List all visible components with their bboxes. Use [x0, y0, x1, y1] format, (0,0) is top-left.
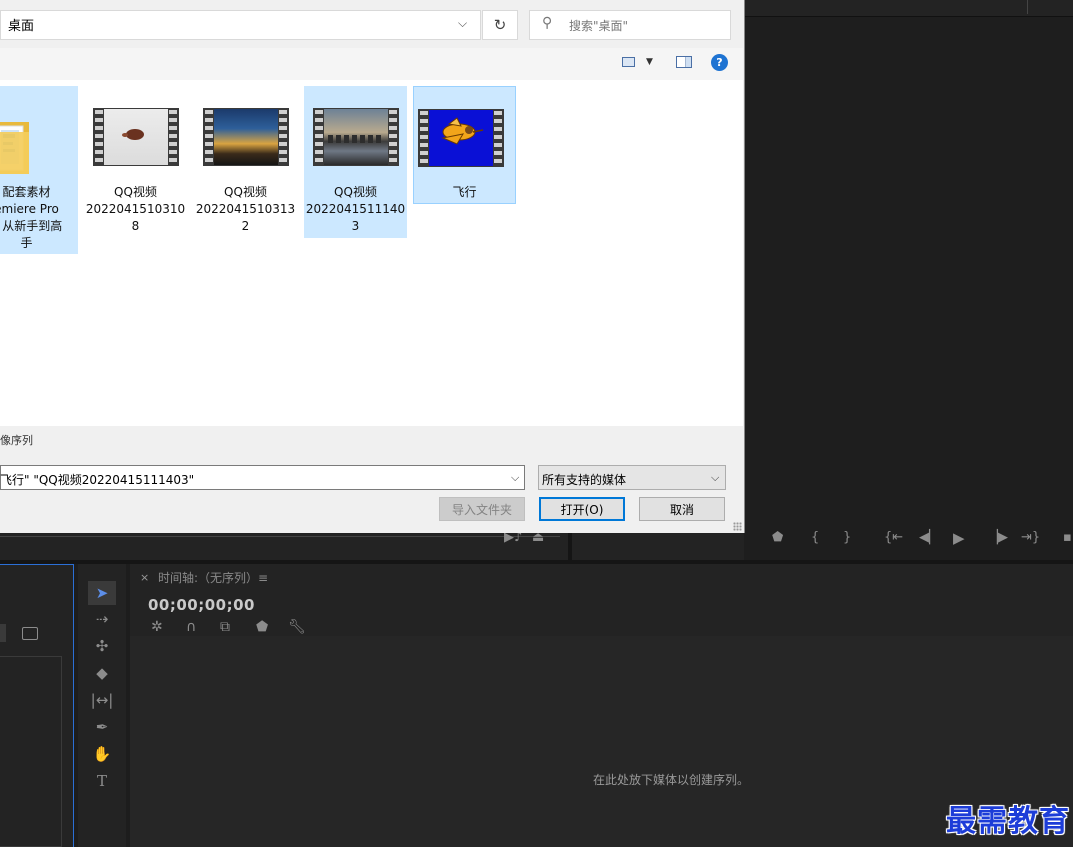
snap-magnet-icon[interactable]: ∩ [186, 619, 196, 635]
ripple-edit-tool-icon[interactable]: ✣ [88, 634, 116, 658]
program-monitor-header [744, 0, 1073, 17]
file-name: QQ视频 2022041510310 8 [85, 185, 186, 233]
source-monitor-controls [0, 533, 744, 560]
slip-tool-icon[interactable]: |↔| [88, 688, 116, 712]
add-marker-icon[interactable]: ⬟ [772, 530, 783, 545]
search-icon: ⚲ [542, 15, 553, 31]
status-bar [0, 426, 743, 460]
resize-grip-icon[interactable] [733, 522, 742, 531]
pen-tool-icon[interactable]: ✒ [88, 715, 116, 739]
chevron-down-icon[interactable]: ⌵ [458, 16, 467, 31]
folder-icon [0, 122, 29, 174]
go-to-out-icon[interactable]: ⇥} [1021, 530, 1040, 545]
video-thumbnail [418, 109, 504, 167]
razor-tool-icon[interactable]: ◆ [88, 661, 116, 685]
file-item-video[interactable]: 飞行 [413, 86, 516, 204]
help-icon[interactable]: ? [711, 54, 728, 71]
nest-icon[interactable]: ✲ [151, 619, 163, 635]
change-view-icon[interactable] [622, 57, 635, 67]
selection-tool-icon[interactable]: ➤ [88, 581, 116, 605]
mark-out-icon[interactable]: } [843, 530, 851, 545]
timeline-empty-hint: 在此处放下媒体以创建序列。 [593, 773, 750, 787]
file-item-video[interactable]: QQ视频 2022041510313 2 [194, 86, 297, 238]
search-input[interactable] [529, 10, 731, 40]
step-back-icon[interactable]: ◀▏ [919, 530, 939, 545]
address-bar[interactable] [0, 10, 481, 40]
file-item-folder[interactable]: 配套素材 emiere Pro 0 从新手到高 手 [0, 86, 78, 254]
search-placeholder: 搜索"桌面" [569, 19, 629, 33]
video-thumbnail [313, 108, 399, 166]
step-forward-icon[interactable]: ▕▶ [988, 530, 1008, 545]
project-panel-tab[interactable] [0, 624, 6, 642]
address-text: 桌面 [8, 19, 35, 34]
insert-icon[interactable]: ▪ [1063, 530, 1072, 545]
type-tool-icon[interactable]: T [88, 769, 116, 793]
hand-tool-icon[interactable]: ✋ [88, 742, 116, 766]
filetype-value: 所有支持的媒体 [542, 473, 627, 487]
image-sequence-label: 像序列 [0, 434, 33, 447]
close-icon[interactable]: × [140, 571, 149, 584]
file-item-video[interactable]: QQ视频 2022041510310 8 [84, 86, 187, 238]
watermark-logo: 最需教育 [946, 804, 1070, 839]
open-button[interactable]: 打开(O) [539, 497, 625, 521]
play-icon[interactable]: ▶ [953, 529, 965, 547]
video-thumbnail [93, 108, 179, 166]
file-item-video[interactable]: QQ视频 2022041511140 3 [304, 86, 407, 238]
file-name: 配套素材 emiere Pro 0 从新手到高 手 [0, 185, 63, 250]
file-name: 飞行 [452, 185, 477, 199]
preview-pane-icon[interactable] [676, 56, 692, 68]
timeline-track-area[interactable] [130, 636, 1073, 847]
track-select-tool-icon[interactable]: ⇢ [88, 607, 116, 631]
source-scrub-line [0, 536, 560, 537]
file-name: QQ视频 2022041511140 3 [305, 185, 406, 233]
airplane-icon [441, 117, 484, 145]
add-marker-icon[interactable]: ⬟ [256, 619, 268, 635]
wrench-icon[interactable]: 🔧︎ [288, 619, 306, 635]
project-bin-area[interactable] [0, 656, 62, 847]
monitor-divider [568, 533, 572, 560]
panel-divider [1027, 0, 1028, 14]
chevron-down-icon[interactable]: ▼ [646, 57, 653, 67]
filename-value: 飞行" "QQ视频20220415111403" [0, 473, 195, 487]
refresh-icon[interactable]: ↻ [482, 10, 518, 40]
chevron-down-icon[interactable]: ⌵ [511, 471, 519, 485]
chevron-down-icon[interactable]: ⌵ [711, 471, 719, 485]
search-bin-icon[interactable] [22, 627, 38, 640]
video-thumbnail [203, 108, 289, 166]
file-name: QQ视频 2022041510313 2 [195, 185, 296, 233]
timeline-tab[interactable]: 时间轴:（无序列）≡ [158, 569, 268, 586]
cancel-button[interactable]: 取消 [639, 497, 725, 521]
program-monitor-panel [744, 0, 1073, 560]
mark-in-icon[interactable]: { [811, 530, 819, 545]
go-to-in-icon[interactable]: {⇤ [884, 530, 903, 545]
linked-selection-icon[interactable]: ⧉ [220, 619, 230, 635]
timecode[interactable]: 00;00;00;00 [148, 596, 255, 614]
import-folder-button[interactable]: 导入文件夹 [439, 497, 525, 521]
